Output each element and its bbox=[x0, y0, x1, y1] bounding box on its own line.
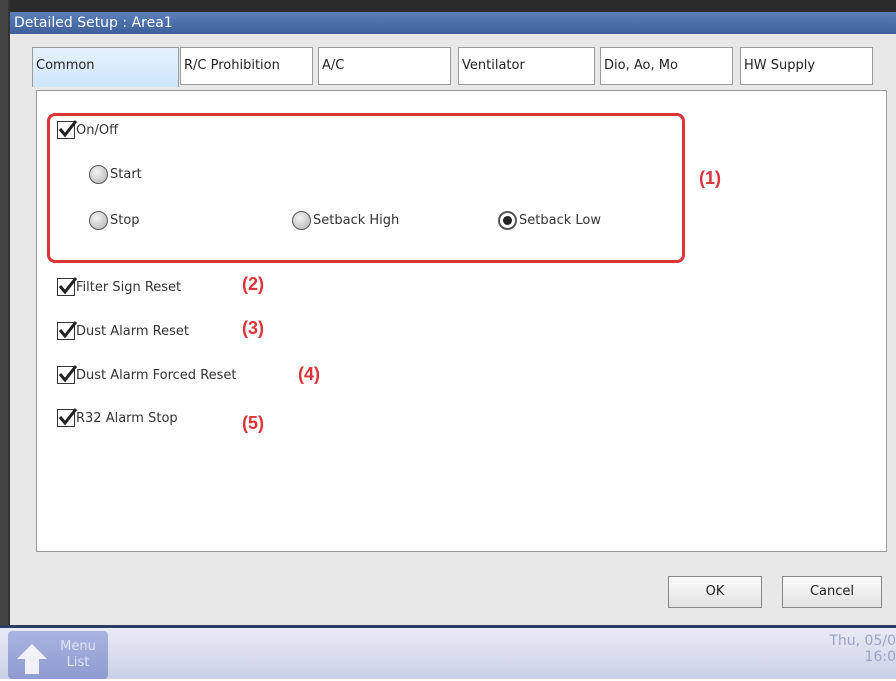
tab-common[interactable]: Common bbox=[32, 47, 179, 87]
radio-start-label: Start bbox=[110, 167, 142, 182]
time-text: 16:0 bbox=[864, 649, 896, 665]
checkbox-checked-icon bbox=[57, 277, 77, 296]
tab-ac[interactable]: A/C bbox=[318, 47, 451, 85]
filter-sign-reset-label: Filter Sign Reset bbox=[76, 279, 182, 295]
window-top-strip bbox=[10, 0, 896, 12]
radio-setback-high[interactable]: Setback High bbox=[292, 211, 399, 230]
annotation-4: (4) bbox=[298, 364, 320, 384]
r32-alarm-stop-checkbox[interactable]: R32 Alarm Stop bbox=[57, 408, 178, 427]
dust-alarm-forced-reset-checkbox[interactable]: Dust Alarm Forced Reset bbox=[57, 365, 237, 384]
datetime-display: Thu, 05/0 16:0 bbox=[829, 633, 896, 665]
radio-setback-low[interactable]: Setback Low bbox=[498, 211, 601, 230]
date-text: Thu, 05/0 bbox=[829, 633, 896, 649]
taskbar-surface bbox=[0, 628, 896, 679]
annotation-1: (1) bbox=[699, 168, 721, 188]
radio-setback-low-label: Setback Low bbox=[519, 213, 601, 228]
onoff-label: On/Off bbox=[76, 122, 119, 138]
menu-label-line2: List bbox=[66, 655, 90, 670]
up-arrow-icon bbox=[14, 641, 50, 681]
menu-list-button[interactable]: Menu List bbox=[8, 631, 108, 679]
dust-alarm-forced-reset-label: Dust Alarm Forced Reset bbox=[76, 367, 237, 383]
radio-unselected-icon bbox=[292, 211, 311, 230]
checkbox-checked-icon bbox=[57, 321, 77, 340]
radio-setback-high-label: Setback High bbox=[313, 213, 400, 228]
radio-unselected-icon bbox=[89, 211, 108, 230]
radio-selected-icon bbox=[498, 211, 517, 230]
outer-frame bbox=[0, 0, 8, 628]
tab-rc-prohibition[interactable]: R/C Prohibition bbox=[180, 47, 313, 85]
ok-button[interactable]: OK bbox=[668, 576, 762, 608]
tab-dio-ao-mo[interactable]: Dio, Ao, Mo bbox=[600, 47, 733, 85]
checkbox-checked-icon bbox=[57, 120, 77, 139]
annotation-3: (3) bbox=[242, 318, 264, 338]
onoff-checkbox[interactable]: On/Off bbox=[57, 120, 119, 139]
taskbar: Menu List Thu, 05/0 16:0 bbox=[0, 625, 896, 679]
radio-stop-label: Stop bbox=[110, 213, 140, 228]
menu-list-label: Menu List bbox=[56, 639, 100, 671]
tab-ventilator[interactable]: Ventilator bbox=[458, 47, 595, 85]
window-client: Common R/C Prohibition A/C Ventilator Di… bbox=[10, 34, 896, 625]
annotation-2: (2) bbox=[242, 274, 264, 294]
checkbox-checked-icon bbox=[57, 408, 77, 427]
radio-start[interactable]: Start bbox=[89, 165, 142, 184]
dust-alarm-reset-label: Dust Alarm Reset bbox=[76, 323, 189, 339]
cancel-button[interactable]: Cancel bbox=[782, 576, 882, 608]
dust-alarm-reset-checkbox[interactable]: Dust Alarm Reset bbox=[57, 321, 189, 340]
menu-label-line1: Menu bbox=[60, 639, 96, 654]
common-settings-panel: On/Off Start Stop Setback High Setback L… bbox=[36, 90, 887, 552]
tab-hw-supply[interactable]: HW Supply bbox=[740, 47, 873, 85]
highlight-box-1 bbox=[47, 113, 685, 263]
radio-unselected-icon bbox=[89, 165, 108, 184]
radio-stop[interactable]: Stop bbox=[89, 211, 140, 230]
annotation-5: (5) bbox=[242, 413, 264, 433]
window-title: Detailed Setup : Area1 bbox=[10, 12, 896, 34]
filter-sign-reset-checkbox[interactable]: Filter Sign Reset bbox=[57, 277, 182, 296]
r32-alarm-stop-label: R32 Alarm Stop bbox=[76, 410, 178, 426]
detailed-setup-window: Detailed Setup : Area1 Common R/C Prohib… bbox=[8, 0, 896, 625]
checkbox-checked-icon bbox=[57, 365, 77, 384]
